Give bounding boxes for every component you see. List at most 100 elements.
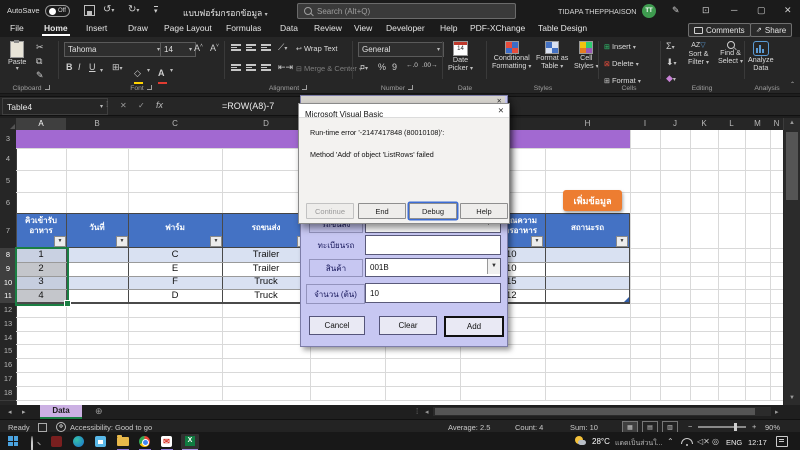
redo-icon[interactable]: ↻▾ [128,4,139,15]
cell-C9[interactable]: E [128,263,222,274]
vertical-scroll-thumb[interactable] [786,132,798,200]
paste-button[interactable]: Paste▾ [8,41,26,73]
header-queue[interactable]: คิวเข้ารับอาหาร [16,216,66,236]
insert-function-icon[interactable]: fx [156,100,163,110]
search-input[interactable]: Search (Alt+Q) [297,3,516,19]
comma-style-icon[interactable]: 9 [392,63,397,72]
quantity-input[interactable]: 10 [365,283,501,303]
shrink-font-icon[interactable]: A˅ [210,44,219,53]
dialog-launcher-icon[interactable] [147,85,152,90]
taskbar-search-icon[interactable] [31,436,33,450]
sort-filter-button[interactable]: AZ▽ Sort &Filter ▾ [688,41,709,67]
mail-icon[interactable]: ✉ [161,436,172,447]
align-middle-icon[interactable] [246,43,256,52]
date-picker-button[interactable]: 14 DatePicker ▾ [448,41,473,73]
zoom-slider-thumb[interactable] [734,423,737,431]
decrease-decimal-icon[interactable]: .00→ [422,63,438,70]
name-box[interactable]: Table4▾ [2,98,108,115]
cell-styles-button[interactable]: CellStyles ▾ [574,41,599,71]
grow-font-icon[interactable]: A˄ [194,44,203,53]
cut-icon[interactable]: ✂ [36,43,44,52]
underline-button[interactable]: U [89,63,96,72]
dialog-launcher-icon[interactable] [302,85,307,90]
close-button[interactable]: ✕ [784,5,792,16]
italic-button[interactable]: I [78,63,81,72]
filter-icon[interactable]: ▼ [531,236,543,247]
scroll-up-icon[interactable]: ▲ [789,120,795,126]
header-farm[interactable]: ฟาร์ม [128,223,222,233]
tab-file[interactable]: File [8,22,26,34]
splitter-handle[interactable]: ⁞ [416,407,418,416]
format-cells-button[interactable]: ⊞ Format ▾ [604,76,641,85]
close-icon[interactable]: ✕ [498,106,504,115]
store-icon[interactable] [95,436,106,447]
tab-formulas[interactable]: Formulas [224,22,263,34]
minimize-button[interactable]: ─ [731,5,737,15]
new-sheet-icon[interactable]: ⊕ [95,406,103,417]
horizontal-scrollbar[interactable] [433,407,771,416]
add-button[interactable]: Add [444,316,504,337]
registration-input[interactable] [365,235,501,255]
find-select-button[interactable]: Find &Select ▾ [718,41,743,66]
vb-dialog-titlebar[interactable]: Microsoft Visual Basic ✕ [299,104,509,118]
ink-pen-icon[interactable]: ✎ [672,5,680,16]
font-color-button[interactable]: A [158,63,167,84]
cell-C11[interactable]: D [128,290,222,301]
fill-icon[interactable]: ⬇▾ [666,58,677,67]
add-data-button[interactable]: เพิ่มข้อมูล [563,190,622,211]
format-painter-icon[interactable]: ✎ [36,71,44,80]
zoom-out-button[interactable]: − [688,422,692,431]
maximize-button[interactable]: ▢ [757,5,766,16]
weather-temp[interactable]: 28°C [592,437,610,446]
autosave-toggle[interactable]: Off [45,5,70,17]
tray-app-icon[interactable]: ◎ [712,437,719,446]
file-explorer-icon[interactable] [117,437,129,446]
font-name-select[interactable]: Tahoma▾ [64,42,164,57]
vertical-scrollbar[interactable]: ▲ ▼ [784,118,800,405]
sheet-tab-data[interactable]: Data [40,405,82,419]
app-icon[interactable] [51,436,62,447]
header-date[interactable]: วันที่ [66,223,128,233]
scroll-down-icon[interactable]: ▼ [789,395,795,401]
insert-cells-button[interactable]: ⊞ Insert ▾ [604,42,636,51]
notification-center-icon[interactable] [776,436,788,447]
tab-insert[interactable]: Insert [84,22,109,34]
header-status[interactable]: สถานะรถ [545,223,630,233]
tab-help[interactable]: Help [438,22,459,34]
filter-icon[interactable]: ▼ [116,236,128,247]
next-sheet-icon[interactable]: ▸ [22,408,26,416]
delete-cells-button[interactable]: ⊠ Delete ▾ [604,59,639,68]
chrome-icon[interactable] [139,436,150,447]
clear-button[interactable]: Clear [379,316,437,335]
tab-review[interactable]: Review [312,22,344,34]
weather-icon[interactable] [575,436,585,446]
tab-table-design[interactable]: Table Design [536,22,589,34]
fill-handle[interactable] [64,300,71,307]
bold-button[interactable]: B [66,63,73,72]
cell-D10[interactable]: Truck [222,276,310,287]
cell-D9[interactable]: Trailer [222,263,310,274]
font-color-dropdown-icon[interactable]: ▾ [170,67,173,74]
quick-access-toolbar-icon[interactable]: ▾ [154,6,158,15]
avatar[interactable]: TT [642,4,656,18]
align-left-icon[interactable] [231,63,241,72]
save-icon[interactable] [84,5,95,16]
tab-developer[interactable]: Developer [384,22,427,34]
help-button[interactable]: Help [460,203,508,219]
wifi-icon[interactable] [681,438,693,446]
align-bottom-icon[interactable] [261,43,271,52]
cell-D11[interactable]: Truck [222,290,310,301]
tab-data[interactable]: Data [278,22,300,34]
tab-view[interactable]: View [352,22,374,34]
accounting-format-icon[interactable]: ¤▾ [360,63,368,72]
cell-C8[interactable]: C [128,249,222,260]
start-button[interactable] [8,436,18,446]
volume-muted-icon[interactable]: ◁✕ [697,437,710,446]
tray-expand-icon[interactable]: ⌃ [667,437,674,446]
product-combobox[interactable]: 001B▼ [365,258,501,277]
conditional-formatting-button[interactable]: ConditionalFormatting ▾ [492,41,531,71]
table-resize-handle[interactable] [624,297,629,302]
percent-icon[interactable]: % [378,63,386,72]
number-format-select[interactable]: General▾ [358,42,444,57]
align-top-icon[interactable] [231,43,241,52]
